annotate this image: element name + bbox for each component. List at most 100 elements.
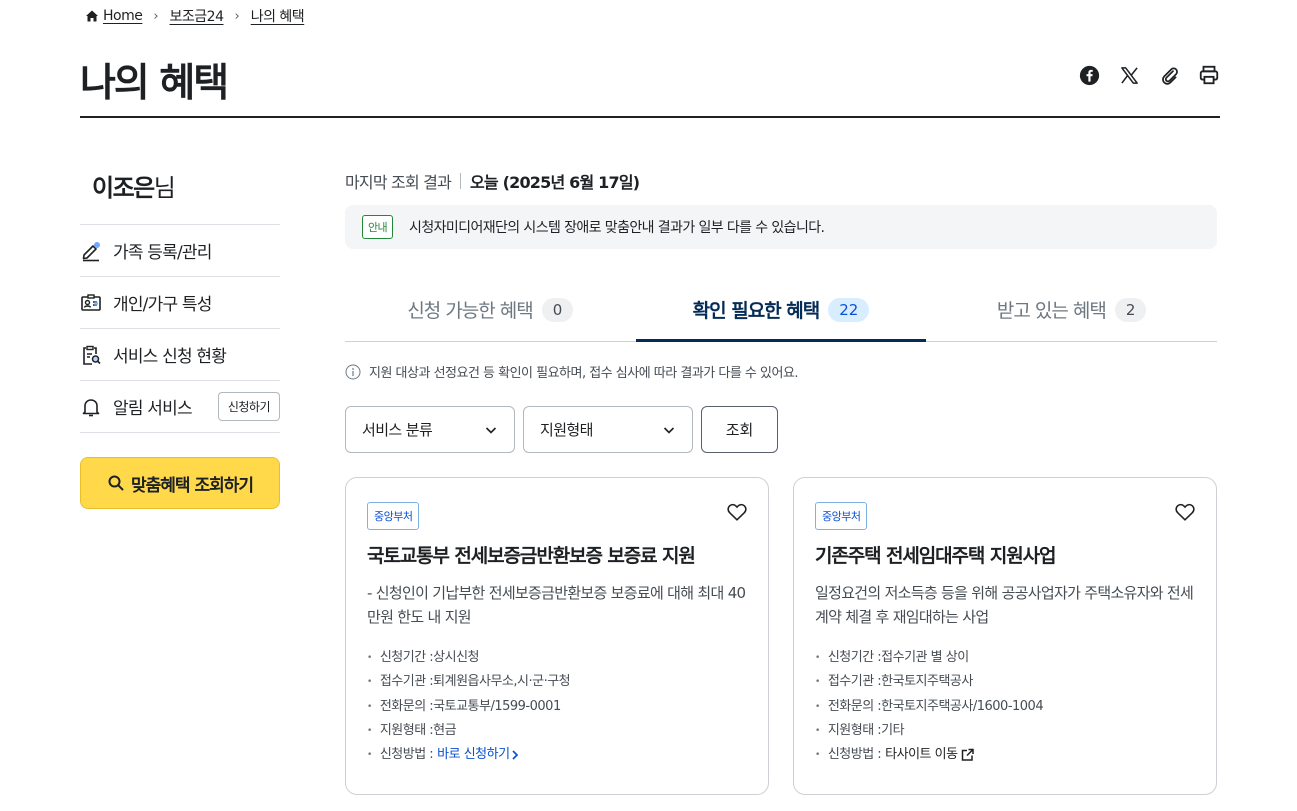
last-lookup: 마지막 조회 결과 오늘 (2025년 6월 17일): [345, 169, 640, 193]
sidebar-item-label: 서비스 신청 현황: [113, 347, 227, 367]
share-toolbar: [1078, 60, 1220, 90]
tab-label: 받고 있는 혜택: [996, 300, 1107, 322]
alert-subscribe-button[interactable]: 신청하기: [217, 392, 280, 421]
external-link-icon: [961, 749, 974, 762]
service-category-select[interactable]: 서비스 분류: [345, 406, 515, 453]
link-label: 바로 신청하기: [437, 747, 510, 763]
notice-badge: 안내: [362, 215, 394, 239]
link-copy-icon[interactable]: [1158, 60, 1180, 90]
card-description: 일정요건의 저소득층 등을 위해 공공사업자가 주택소유자와 전세계약 체결 후…: [815, 584, 1194, 626]
facebook-icon[interactable]: [1078, 60, 1100, 90]
support-type-select[interactable]: 지원형태: [523, 406, 693, 453]
breadcrumb: Home › 보조금24 › 나의 혜택: [85, 5, 305, 27]
chevron-right-icon: ›: [234, 8, 240, 24]
card-description: - 신청인이 기납부한 전세보증금반환보증 보증료에 대해 최대 40만원 한도…: [367, 584, 746, 626]
cta-label: 맞춤혜택 조회하기: [130, 475, 254, 496]
pencil-icon: [80, 240, 102, 262]
field-support-type: 지원형태 : 현금: [367, 719, 747, 743]
field-value: 상시신청: [433, 650, 480, 665]
filter-bar: 서비스 분류 지원형태 조회: [345, 406, 778, 453]
last-lookup-label: 마지막 조회 결과: [345, 173, 452, 192]
field-support-type: 지원형태 : 기타: [815, 719, 1195, 743]
field-value: 퇴계원읍사무소,시·군·구청: [433, 674, 571, 690]
tab-count: 0: [541, 297, 574, 322]
field-value: 현금: [433, 722, 457, 738]
chevron-right-icon: [511, 750, 518, 760]
clipboard-search-icon: [80, 344, 102, 366]
field-period: 신청기간 : 접수기관 별 상이: [815, 646, 1195, 670]
field-agency: 접수기관 : 퇴계원읍사무소,시·군·구청: [367, 670, 747, 694]
tab-needs-check[interactable]: 확인 필요한 혜택 22: [635, 278, 927, 342]
chevron-down-icon: [485, 426, 497, 434]
user-suffix: 님: [153, 174, 176, 202]
heart-icon[interactable]: [726, 501, 748, 523]
field-value: 한국토지주택공사/1600-1004: [881, 698, 1044, 714]
sidebar-item-label: 가족 등록/관리: [113, 243, 212, 263]
tab-receiving[interactable]: 받고 있는 혜택 2: [926, 278, 1217, 341]
benefit-card[interactable]: 중앙부처 기존주택 전세임대주택 지원사업 일정요건의 저소득층 등을 위해 공…: [793, 477, 1217, 795]
breadcrumb-home[interactable]: Home: [103, 8, 143, 24]
page-title: 나의 혜택: [80, 61, 229, 106]
field-key: 지원형태 :: [827, 722, 882, 738]
link-label: 타사이트 이동: [885, 747, 958, 763]
chevron-down-icon: [663, 426, 675, 434]
field-value: 기타: [881, 722, 905, 738]
user-greeting: 이조은님: [92, 168, 176, 203]
title-divider: [80, 116, 1220, 118]
custom-benefit-search-button[interactable]: 맞춤혜택 조회하기: [80, 457, 280, 509]
sidebar-item-traits[interactable]: 개인/가구 특성: [80, 277, 280, 329]
field-key: 전화문의 :: [379, 698, 434, 714]
field-value: 한국토지주택공사: [881, 674, 973, 690]
search-icon: [108, 475, 124, 491]
tab-label: 신청 가능한 혜택: [407, 300, 533, 322]
bell-icon: [80, 396, 102, 418]
sidebar-item-family[interactable]: 가족 등록/관리: [80, 225, 280, 277]
tab-count: 2: [1114, 297, 1147, 322]
user-name: 이조은: [92, 174, 155, 202]
breadcrumb-my-benefits[interactable]: 나의 혜택: [251, 6, 305, 26]
heart-icon[interactable]: [1174, 501, 1196, 523]
chevron-right-icon: ›: [153, 8, 159, 24]
apply-now-link[interactable]: 바로 신청하기: [437, 743, 519, 767]
external-site-link[interactable]: 타사이트 이동: [885, 743, 975, 767]
field-period: 신청기간 : 상시신청: [367, 646, 747, 670]
divider: [460, 173, 462, 189]
select-value: 지원형태: [540, 421, 593, 439]
select-value: 서비스 분류: [362, 421, 433, 439]
tab-available[interactable]: 신청 가능한 혜택 0: [345, 278, 636, 341]
tab-count: 22: [828, 297, 870, 322]
card-fields: 신청기간 : 상시신청 접수기관 : 퇴계원읍사무소,시·군·구청 전화문의 :…: [367, 646, 747, 767]
info-icon: [345, 364, 361, 379]
field-key: 신청기간 :: [379, 650, 434, 665]
notice-banner: 안내 시청자미디어재단의 시스템 장애로 맞춤안내 결과가 일부 다를 수 있습…: [345, 205, 1217, 249]
info-line: 지원 대상과 선정요건 등 확인이 필요하며, 접수 심사에 따라 결과가 다를…: [345, 362, 799, 381]
benefit-card[interactable]: 중앙부처 국토교통부 전세보증금반환보증 보증료 지원 - 신청인이 기납부한 …: [345, 477, 769, 795]
notice-text: 시청자미디어재단의 시스템 장애로 맞춤안내 결과가 일부 다를 수 있습니다.: [409, 220, 825, 236]
field-value: 접수기관 별 상이: [881, 650, 969, 665]
print-icon[interactable]: [1198, 60, 1220, 90]
search-button[interactable]: 조회: [701, 406, 778, 453]
field-key: 접수기관 :: [379, 674, 434, 690]
field-key: 지원형태 :: [379, 722, 434, 738]
sidebar-menu: 가족 등록/관리 개인/가구 특성 서비스 신청 현황 알림 서비스 신청하기: [80, 224, 280, 433]
breadcrumb-subsidy24[interactable]: 보조금24: [170, 6, 224, 26]
field-apply-method: 신청방법 : 바로 신청하기: [367, 743, 747, 767]
x-icon[interactable]: [1118, 60, 1140, 90]
field-key: 신청방법 :: [379, 747, 434, 763]
tab-label: 확인 필요한 혜택: [692, 300, 821, 322]
id-card-icon: [80, 292, 102, 314]
last-lookup-value: 오늘 (2025년 6월 17일): [470, 173, 640, 192]
sidebar-item-alerts[interactable]: 알림 서비스 신청하기: [80, 381, 280, 433]
agency-tag: 중앙부처: [367, 502, 420, 530]
info-text: 지원 대상과 선정요건 등 확인이 필요하며, 접수 심사에 따라 결과가 다를…: [369, 366, 799, 381]
field-key: 신청기간 :: [827, 650, 882, 665]
field-phone: 전화문의 : 국토교통부/1599-0001: [367, 695, 747, 719]
field-key: 접수기관 :: [827, 674, 882, 690]
field-key: 신청방법 :: [827, 747, 882, 763]
card-fields: 신청기간 : 접수기관 별 상이 접수기관 : 한국토지주택공사 전화문의 : …: [815, 646, 1195, 767]
sidebar-item-applications[interactable]: 서비스 신청 현황: [80, 329, 280, 381]
home-icon: [86, 10, 98, 22]
sidebar-item-label: 알림 서비스: [113, 399, 193, 419]
card-title[interactable]: 기존주택 전세임대주택 지원사업: [815, 542, 1195, 570]
card-title[interactable]: 국토교통부 전세보증금반환보증 보증료 지원: [367, 542, 747, 570]
